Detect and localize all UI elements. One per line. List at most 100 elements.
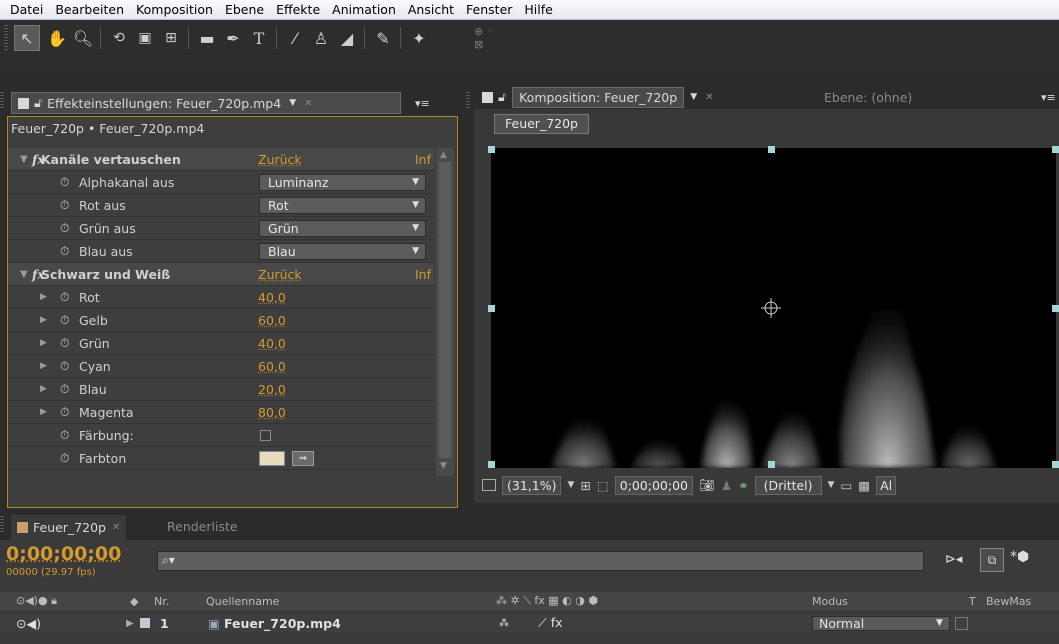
transparency-grid-icon[interactable]: ▩	[858, 478, 870, 493]
column-track-matte[interactable]: BewMas	[986, 595, 1031, 608]
comp-viewer[interactable]	[491, 148, 1056, 468]
stopwatch-icon[interactable]: ⏱︎	[60, 382, 69, 397]
scrollbar[interactable]: ▲ ▼	[436, 148, 454, 476]
transform-handle[interactable]	[768, 146, 775, 153]
panel-grip[interactable]	[466, 92, 470, 110]
panel-grip[interactable]	[0, 92, 4, 110]
menu-hilfe[interactable]: Hilfe	[518, 2, 558, 17]
stopwatch-icon[interactable]: ⏱︎	[60, 175, 69, 190]
green-source-dropdown[interactable]: Grün	[259, 219, 426, 237]
menu-bearbeiten[interactable]: Bearbeiten	[49, 2, 130, 17]
always-preview-icon[interactable]	[482, 479, 496, 491]
scrollbar-thumb[interactable]	[439, 162, 451, 458]
clone-stamp-tool-icon[interactable]: ♙	[308, 25, 334, 51]
selection-tool-icon[interactable]: ↖	[14, 25, 40, 51]
magenta-value[interactable]: 80,0	[258, 405, 286, 420]
twirl-closed-icon[interactable]: ▶	[40, 292, 47, 302]
stopwatch-icon[interactable]: ⏱︎	[60, 244, 69, 259]
text-tool-icon[interactable]: T	[246, 25, 272, 51]
draft-3d-icon[interactable]: ⧉	[980, 548, 1004, 572]
eyedropper-icon[interactable]: ⇒	[292, 451, 314, 466]
stopwatch-icon[interactable]: ⏱︎	[60, 359, 69, 374]
tab-effects-settings[interactable]: 🔓︎ Effekteinstellungen: Feuer_720p.mp4 ▼…	[11, 92, 401, 114]
chevron-down-icon[interactable]: ▼	[690, 92, 697, 102]
twirl-closed-icon[interactable]: ▶	[40, 407, 47, 417]
transform-handle[interactable]	[488, 461, 495, 468]
preserve-transparency-checkbox[interactable]	[955, 616, 968, 630]
column-source-name[interactable]: Quellenname	[206, 595, 279, 608]
grid-icon[interactable]: ⊞	[580, 478, 590, 493]
axis-mode-icon[interactable]: ⊕ ◦ ⊠	[474, 25, 500, 51]
video-toggle-icon[interactable]: ⊙◀)	[16, 616, 41, 631]
green-value[interactable]: 40,0	[258, 336, 286, 351]
transform-handle[interactable]	[488, 305, 495, 312]
channel-icon[interactable]: ⚭	[738, 478, 748, 493]
yellow-value[interactable]: 60,0	[258, 313, 286, 328]
info-link[interactable]: Inf	[415, 152, 431, 167]
tint-checkbox[interactable]	[260, 430, 271, 441]
toolbar-grip[interactable]	[4, 25, 8, 51]
eraser-tool-icon[interactable]: ◢	[334, 25, 360, 51]
twirl-closed-icon[interactable]: ▶	[126, 618, 134, 629]
effect-header-black-white[interactable]: ▼ fx Schwarz und Weiß Zurück Inf	[8, 263, 434, 286]
rotate-tool-icon[interactable]: ⟲	[106, 25, 132, 51]
transform-handle[interactable]	[1052, 461, 1059, 468]
label-column-icon[interactable]: ◆	[130, 595, 138, 608]
cyan-value[interactable]: 60,0	[258, 359, 286, 374]
tab-composition[interactable]: 🔓︎ Komposition: Feuer_720p ▼ ✕	[478, 86, 718, 108]
stopwatch-icon[interactable]: ⏱︎	[60, 290, 69, 305]
chevron-down-icon[interactable]: ▼	[936, 618, 943, 628]
show-snapshot-icon[interactable]: ♟	[721, 478, 732, 493]
tab-render-queue[interactable]: Renderliste	[167, 515, 238, 537]
alpha-source-dropdown[interactable]: Luminanz	[259, 173, 426, 191]
brush-tool-icon[interactable]: ⁄	[282, 25, 308, 51]
menu-animation[interactable]: Animation	[326, 2, 402, 17]
shy-switch-icon[interactable]: ⁂	[499, 618, 509, 629]
twirl-closed-icon[interactable]: ▶	[40, 361, 47, 371]
scroll-up-icon[interactable]: ▲	[440, 150, 447, 160]
twirl-open-icon[interactable]: ▼	[20, 154, 28, 165]
rectangle-tool-icon[interactable]: ▬	[194, 25, 220, 51]
hand-tool-icon[interactable]: ✋	[44, 25, 70, 51]
layer-color-label[interactable]	[140, 618, 150, 628]
blue-value[interactable]: 20,0	[258, 382, 286, 397]
tint-color-swatch[interactable]	[259, 451, 285, 466]
menu-effekte[interactable]: Effekte	[270, 2, 326, 17]
timeline-timecode[interactable]: 0;00;00;00	[6, 543, 121, 565]
stopwatch-icon[interactable]: ⏱︎	[60, 451, 69, 466]
av-features-icon[interactable]: ⊙◀)● 🔒︎	[16, 594, 57, 608]
reset-link[interactable]: Zurück	[258, 152, 302, 167]
twirl-closed-icon[interactable]: ▶	[40, 384, 47, 394]
close-icon[interactable]: ✕	[304, 98, 312, 109]
panel-menu-icon[interactable]: ▾≡	[1041, 86, 1056, 108]
chevron-down-icon[interactable]: ▼	[289, 98, 296, 108]
chevron-down-icon[interactable]: ▼	[828, 480, 835, 490]
roi-icon[interactable]: ▭	[840, 478, 852, 493]
panel-menu-icon[interactable]: ▾≡	[415, 92, 430, 114]
effect-header-channel-swap[interactable]: ▼ fx Kanäle vertauschen Zurück Inf	[8, 148, 434, 171]
switches-icons[interactable]: ⁂ ✲ ⟍ fx ▦ ◐ ◑ ⬢	[496, 594, 598, 608]
column-nr[interactable]: Nr.	[154, 595, 169, 608]
column-mode[interactable]: Modus	[812, 595, 848, 608]
red-value[interactable]: 40,0	[258, 290, 286, 305]
comp-mini-flowchart-icon[interactable]: ⊳◂	[945, 552, 962, 567]
region-icon[interactable]: ⬚	[597, 478, 609, 493]
stopwatch-icon[interactable]: ⏱︎	[60, 405, 69, 420]
fx-switch-icon[interactable]: ⟋ fx	[538, 615, 563, 631]
camera-tool-icon[interactable]: ▣	[132, 25, 158, 51]
comp-navigator-button[interactable]: Feuer_720p	[494, 114, 589, 134]
column-t[interactable]: T	[969, 595, 976, 608]
transform-handle[interactable]	[768, 461, 775, 468]
close-icon[interactable]: ✕	[705, 92, 713, 103]
info-link[interactable]: Inf	[415, 267, 431, 282]
menu-ebene[interactable]: Ebene	[219, 2, 270, 17]
search-input[interactable]: ⌕▾	[157, 551, 924, 571]
tab-layer[interactable]: Ebene: (ohne)	[824, 86, 912, 108]
twirl-closed-icon[interactable]: ▶	[40, 338, 47, 348]
reset-link[interactable]: Zurück	[258, 267, 302, 282]
menu-komposition[interactable]: Komposition	[130, 2, 219, 17]
stopwatch-icon[interactable]: ⏱︎	[60, 336, 69, 351]
close-icon[interactable]: ✕	[112, 522, 120, 533]
transform-handle[interactable]	[1052, 305, 1059, 312]
red-source-dropdown[interactable]: Rot	[259, 196, 426, 214]
